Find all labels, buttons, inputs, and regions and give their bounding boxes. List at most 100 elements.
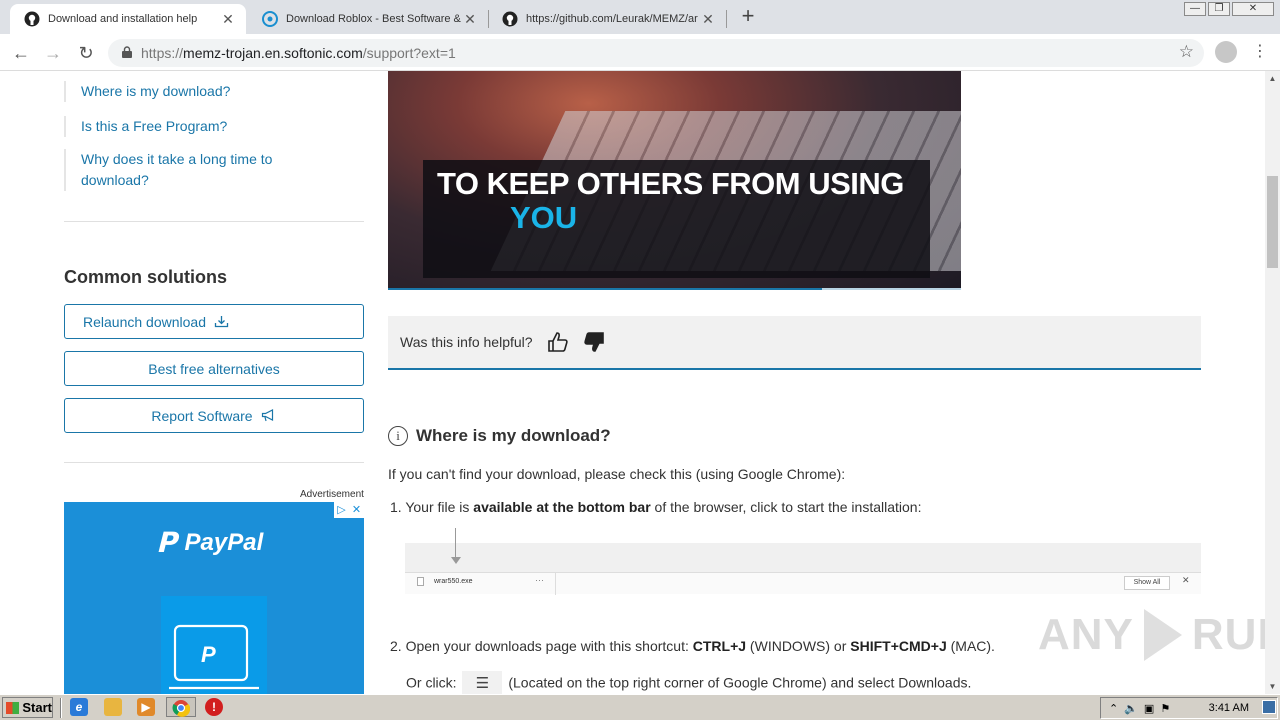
article-heading-text: Where is my download? <box>416 426 611 445</box>
report-software-button[interactable]: Report Software <box>64 398 364 433</box>
button-label: Report Software <box>151 407 253 424</box>
scroll-up-arrow-icon[interactable]: ▲ <box>1265 71 1280 86</box>
step-text-bold: available at the bottom bar <box>473 499 651 515</box>
article-intro: If you can't find your download, please … <box>388 466 846 482</box>
ad-laptop-tile: P <box>161 596 267 694</box>
video-player[interactable]: TO KEEP OTHERS FROM USING YOU <box>388 71 961 288</box>
back-button[interactable]: ← <box>8 40 34 66</box>
tab-close-icon[interactable]: ✕ <box>700 11 716 28</box>
paypal-advertisement[interactable]: ▷ ✕ 𝗣 PayPal P <box>64 502 364 694</box>
tab-strip: Download and installation help ✕ Downloa… <box>0 0 1280 34</box>
address-bar[interactable]: https://memz-trojan.en.softonic.com/supp… <box>108 39 1204 67</box>
tab-close-icon[interactable]: ✕ <box>462 11 478 28</box>
best-free-alternatives-button[interactable]: Best free alternatives <box>64 351 364 386</box>
play-icon <box>1143 609 1182 661</box>
step-text-pre: Open your downloads page with this short… <box>405 638 693 654</box>
minimize-button[interactable]: — <box>1184 2 1206 16</box>
screenshot-separator <box>555 573 556 595</box>
file-explorer-icon[interactable] <box>104 698 122 716</box>
screenshot-close-icon: ✕ <box>1182 575 1190 585</box>
forward-button[interactable]: → <box>40 40 66 66</box>
video-progress-fill <box>388 288 823 290</box>
close-window-button[interactable]: ✕ <box>1232 2 1274 16</box>
start-button[interactable]: Start <box>2 697 53 718</box>
adchoices-icon[interactable]: ▷ <box>334 502 349 518</box>
page-scrollbar[interactable]: ▲ ▼ <box>1265 71 1280 694</box>
speaker-icon[interactable]: 🔈 <box>1124 702 1138 715</box>
profile-avatar[interactable] <box>1215 41 1237 63</box>
screenshot-dots: ··· <box>535 575 544 585</box>
windows-taskbar: Start e ▶ ! ⌃ 🔈 ▣ ⚑ 3:41 AM <box>0 694 1280 720</box>
tab-title: https://github.com/Leurak/MEMZ/ar <box>526 13 698 25</box>
new-tab-button[interactable]: + <box>737 5 759 28</box>
chevron-up-icon[interactable]: ⌃ <box>1109 702 1118 715</box>
ad-choices[interactable]: ▷ ✕ <box>334 502 364 518</box>
step-text-pre: Or click: <box>406 674 457 691</box>
faq-link-long-time[interactable]: Why does it take a long time to download… <box>64 149 284 191</box>
video-caption: TO KEEP OTHERS FROM USING YOU <box>423 160 930 278</box>
tab-roblox[interactable]: Download Roblox - Best Software & ✕ <box>248 4 488 34</box>
reload-button[interactable]: ↻ <box>73 40 99 66</box>
taskbar-separator <box>60 698 62 718</box>
paypal-logo: 𝗣 PayPal <box>156 526 263 559</box>
system-tray: ⌃ 🔈 ▣ ⚑ 3:41 AM <box>1100 697 1278 719</box>
tab-close-icon[interactable]: ✕ <box>220 11 236 28</box>
hamburger-menu-icon: ☰ <box>462 671 503 694</box>
watermark-right: RUN <box>1191 610 1265 659</box>
url-text: https://memz-trojan.en.softonic.com/supp… <box>141 45 456 61</box>
scroll-down-arrow-icon[interactable]: ▼ <box>1265 679 1280 694</box>
sidebar-divider <box>64 462 364 463</box>
url-host: memz-trojan.en.softonic.com <box>183 45 363 61</box>
step-text-mid: (WINDOWS) or <box>746 638 851 654</box>
chrome-menu-button[interactable]: ⋮ <box>1252 42 1268 62</box>
faq-link-where-download[interactable]: Where is my download? <box>64 81 314 102</box>
screenshot-filename: wrar550.exe <box>434 578 473 585</box>
video-progress-bar[interactable] <box>388 288 961 290</box>
watermark-left: ANY <box>1038 610 1134 659</box>
softonic-icon <box>262 11 278 27</box>
github-icon <box>502 11 518 27</box>
url-path: /support?ext=1 <box>362 45 456 61</box>
paypal-wordmark: PayPal <box>184 528 264 556</box>
step-number: 2. <box>390 638 402 654</box>
faq-link-free-program[interactable]: Is this a Free Program? <box>64 116 314 137</box>
show-desktop-icon[interactable] <box>1262 700 1276 714</box>
anyrun-watermark: ANY RUN <box>1038 609 1265 661</box>
relaunch-download-button[interactable]: Relaunch download <box>64 304 364 339</box>
tab-github[interactable]: https://github.com/Leurak/MEMZ/ar ✕ <box>488 4 726 34</box>
screenshot-download-bar: wrar550.exe ··· Show All ✕ <box>405 572 1201 595</box>
paypal-p-icon: 𝗣 <box>156 527 177 558</box>
step-text: Your file is available at the bottom bar… <box>405 499 921 515</box>
taskbar-clock[interactable]: 3:41 AM <box>1209 702 1249 714</box>
network-icon[interactable]: ▣ <box>1144 702 1154 715</box>
bookmark-star-icon[interactable]: ☆ <box>1179 42 1194 62</box>
internet-explorer-icon[interactable]: e <box>70 698 88 716</box>
shortcut-windows: CTRL+J <box>692 638 747 654</box>
step-text-post: of the browser, click to start the insta… <box>650 499 922 515</box>
caption-line-1: TO KEEP OTHERS FROM USING <box>437 166 904 201</box>
flag-icon[interactable]: ⚑ <box>1160 702 1170 715</box>
ad-close-icon[interactable]: ✕ <box>349 502 364 518</box>
windows-logo-icon <box>6 701 20 714</box>
github-icon <box>24 11 40 27</box>
media-player-icon[interactable]: ▶ <box>137 698 155 716</box>
caption-line-2: YOU <box>510 200 578 235</box>
thumbs-down-icon[interactable] <box>583 331 605 353</box>
step-number: 1. <box>390 499 402 515</box>
warning-app-icon[interactable]: ! <box>205 698 223 716</box>
arrow-line <box>455 528 456 560</box>
step-1: 1. Your file is available at the bottom … <box>390 499 921 515</box>
button-label: Relaunch download <box>83 313 206 330</box>
chrome-taskbar-button[interactable] <box>166 697 196 717</box>
helpful-feedback-bar: Was this info helpful? <box>388 316 1201 370</box>
file-icon <box>417 577 424 586</box>
info-icon: i <box>388 426 408 446</box>
thumbs-up-icon[interactable] <box>547 331 569 353</box>
scrollbar-thumb[interactable] <box>1267 176 1278 268</box>
tab-download-help[interactable]: Download and installation help ✕ <box>10 4 246 34</box>
svg-text:P: P <box>201 642 216 667</box>
maximize-button[interactable]: ❐ <box>1208 2 1230 16</box>
common-solutions-heading: Common solutions <box>64 267 227 287</box>
step-text-pre: Your file is <box>405 499 474 515</box>
tab-separator <box>726 10 727 28</box>
